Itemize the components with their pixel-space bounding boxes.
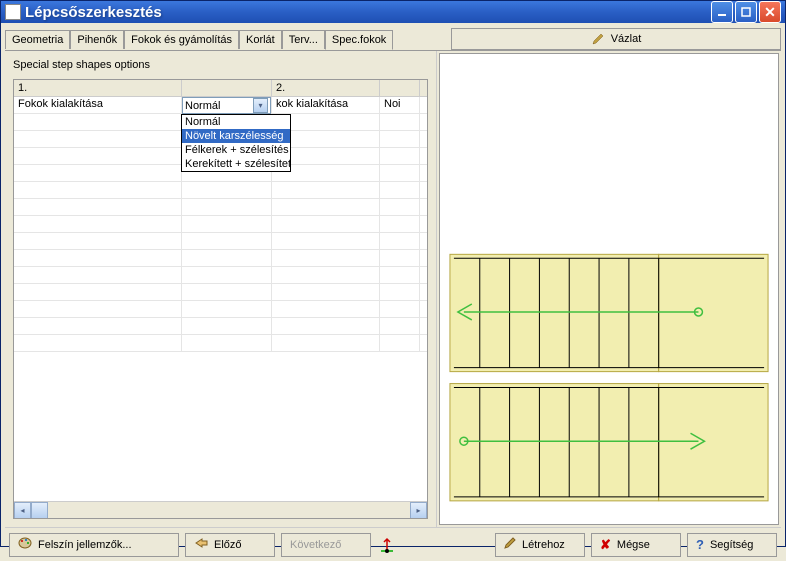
cancel-label: Mégse <box>617 539 650 551</box>
tab-korlat[interactable]: Korlát <box>239 30 282 49</box>
col-header-2[interactable]: 2. <box>272 80 380 96</box>
pencil-icon <box>591 32 605 46</box>
tab-geometria[interactable]: Geometria <box>5 30 70 49</box>
preview-panel <box>439 53 779 525</box>
top-row: Geometria Pihenők Fokok és gyámolítás Ko… <box>5 27 781 51</box>
grid-body: Fokok kialakítása Normál ▾ kok kialakítá… <box>14 97 427 501</box>
sketch-button[interactable]: Vázlat <box>451 28 781 50</box>
tab-bar: Geometria Pihenők Fokok és gyámolítás Ko… <box>5 30 393 49</box>
stair-editor-window: Lépcsőszerkesztés ✕ Geometria Pihenők Fo… <box>0 0 786 547</box>
window-controls: ✕ <box>711 1 781 23</box>
window-title: Lépcsőszerkesztés <box>25 4 711 21</box>
grid-header: 1. 2. <box>14 80 427 97</box>
step-type-dropdown[interactable]: Normál ▾ <box>182 97 271 114</box>
dropdown-option-novelt[interactable]: Növelt karszélesség <box>182 129 290 143</box>
x-icon: ✘ <box>600 537 611 553</box>
options-grid: 1. 2. Fokok kialakítása Normál ▾ <box>13 79 428 519</box>
titlebar: Lépcsőszerkesztés ✕ <box>1 1 785 23</box>
create-button[interactable]: Létrehoz <box>495 533 585 557</box>
axis-icon <box>377 537 397 553</box>
col-header-1[interactable]: 1. <box>14 80 182 96</box>
prev-label: Előző <box>214 539 242 551</box>
scroll-right-button[interactable]: ▸ <box>410 502 427 519</box>
minimize-button[interactable] <box>711 1 733 23</box>
maximize-button[interactable] <box>735 1 757 23</box>
help-button[interactable]: ? Segítség <box>687 533 777 557</box>
tab-fokok[interactable]: Fokok és gyámolítás <box>124 30 239 49</box>
dropdown-option-kerekitett[interactable]: Kerekített + szélesített <box>182 157 290 171</box>
dropdown-option-normal[interactable]: Normál <box>182 115 290 129</box>
stair-preview <box>440 54 778 524</box>
scroll-left-button[interactable]: ◂ <box>14 502 31 519</box>
dropdown-option-felkerek[interactable]: Félkerek + szélesítés <box>182 143 290 157</box>
scroll-track[interactable] <box>48 502 410 519</box>
tab-terv[interactable]: Terv... <box>282 30 325 49</box>
surface-props-button[interactable]: Felszín jellemzők... <box>9 533 179 557</box>
help-label: Segítség <box>710 539 753 551</box>
content-area: Geometria Pihenők Fokok és gyámolítás Ko… <box>1 23 785 561</box>
create-label: Létrehoz <box>522 539 565 551</box>
row1-label[interactable]: Fokok kialakítása <box>14 97 182 113</box>
app-icon <box>5 4 21 20</box>
tab-specfokok[interactable]: Spec.fokok <box>325 30 393 50</box>
dropdown-list: Normál Növelt karszélesség Félkerek + sz… <box>181 114 291 172</box>
main-area: Special step shapes options 1. 2. Fokok … <box>5 50 781 527</box>
prev-button[interactable]: Előző <box>185 533 275 557</box>
grid-scrollbar[interactable]: ◂ ▸ <box>14 501 427 518</box>
hand-left-icon <box>194 537 208 552</box>
question-icon: ? <box>696 537 704 552</box>
pencil-icon <box>504 537 516 552</box>
left-panel: Special step shapes options 1. 2. Fokok … <box>5 51 437 527</box>
col-header-1b[interactable] <box>182 80 272 96</box>
sketch-label: Vázlat <box>611 33 642 45</box>
palette-icon <box>18 537 32 552</box>
tab-pihenok[interactable]: Pihenők <box>70 30 124 49</box>
table-row: Fokok kialakítása Normál ▾ kok kialakítá… <box>14 97 427 114</box>
close-button[interactable]: ✕ <box>759 1 781 23</box>
panel-caption: Special step shapes options <box>13 59 428 71</box>
next-label: Következő <box>290 539 341 551</box>
button-row: Felszín jellemzők... Előző Következő <box>5 527 781 561</box>
col-header-2b[interactable] <box>380 80 420 96</box>
chevron-down-icon: ▾ <box>253 98 268 113</box>
dropdown-value: Normál <box>185 100 220 112</box>
row1-c2[interactable]: kok kialakítása <box>272 97 380 113</box>
next-button: Következő <box>281 533 371 557</box>
row1-c3[interactable]: Noi <box>380 97 420 113</box>
scroll-thumb[interactable] <box>31 502 48 519</box>
cancel-button[interactable]: ✘ Mégse <box>591 533 681 557</box>
surface-props-label: Felszín jellemzők... <box>38 539 132 551</box>
